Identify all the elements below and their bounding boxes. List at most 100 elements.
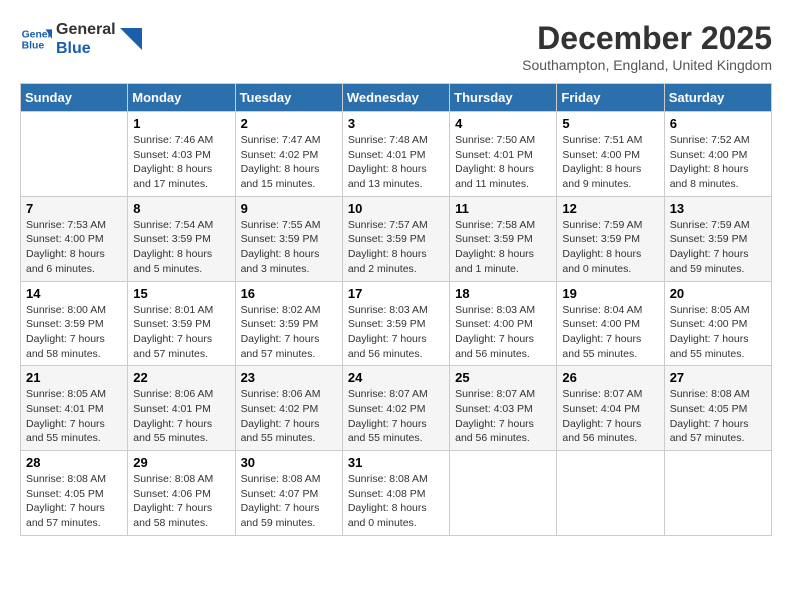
calendar-cell: 10 Sunrise: 7:57 AM Sunset: 3:59 PM Dayli… — [342, 196, 449, 281]
calendar-cell: 20 Sunrise: 8:05 AM Sunset: 4:00 PM Dayli… — [664, 281, 771, 366]
calendar-cell: 4 Sunrise: 7:50 AM Sunset: 4:01 PM Daylig… — [450, 112, 557, 197]
calendar-header: SundayMondayTuesdayWednesdayThursdayFrid… — [21, 84, 772, 112]
day-info: Sunrise: 7:48 AM Sunset: 4:01 PM Dayligh… — [348, 133, 444, 192]
calendar-cell — [450, 451, 557, 536]
day-info: Sunrise: 7:55 AM Sunset: 3:59 PM Dayligh… — [241, 218, 337, 277]
day-number: 25 — [455, 370, 551, 385]
title-block: December 2025 Southampton, England, Unit… — [522, 20, 772, 73]
header-tuesday: Tuesday — [235, 84, 342, 112]
day-number: 14 — [26, 286, 122, 301]
day-info: Sunrise: 8:03 AM Sunset: 3:59 PM Dayligh… — [348, 303, 444, 362]
day-info: Sunrise: 8:07 AM Sunset: 4:03 PM Dayligh… — [455, 387, 551, 446]
calendar-cell: 7Sunrise: 7:53 AM Sunset: 4:00 PM Daylig… — [21, 196, 128, 281]
day-number: 4 — [455, 116, 551, 131]
day-info: Sunrise: 7:50 AM Sunset: 4:01 PM Dayligh… — [455, 133, 551, 192]
day-number: 18 — [455, 286, 551, 301]
day-number: 12 — [562, 201, 658, 216]
calendar-cell: 23 Sunrise: 8:06 AM Sunset: 4:02 PM Dayli… — [235, 366, 342, 451]
calendar-cell: 18Sunrise: 8:03 AM Sunset: 4:00 PM Dayli… — [450, 281, 557, 366]
calendar-cell: 24 Sunrise: 8:07 AM Sunset: 4:02 PM Dayli… — [342, 366, 449, 451]
day-number: 2 — [241, 116, 337, 131]
page-header: General Blue General Blue December 2025 … — [20, 20, 772, 73]
logo-arrow-icon — [120, 28, 142, 50]
calendar-cell: 8Sunrise: 7:54 AM Sunset: 3:59 PM Daylig… — [128, 196, 235, 281]
day-info: Sunrise: 8:08 AM Sunset: 4:06 PM Dayligh… — [133, 472, 229, 531]
day-info: Sunrise: 8:08 AM Sunset: 4:05 PM Dayligh… — [26, 472, 122, 531]
day-number: 10 — [348, 201, 444, 216]
day-number: 31 — [348, 455, 444, 470]
day-info: Sunrise: 8:02 AM Sunset: 3:59 PM Dayligh… — [241, 303, 337, 362]
calendar-cell: 21Sunrise: 8:05 AM Sunset: 4:01 PM Dayli… — [21, 366, 128, 451]
day-number: 19 — [562, 286, 658, 301]
calendar-cell: 17 Sunrise: 8:03 AM Sunset: 3:59 PM Dayli… — [342, 281, 449, 366]
day-number: 11 — [455, 201, 551, 216]
calendar-cell: 1 Sunrise: 7:46 AM Sunset: 4:03 PM Daylig… — [128, 112, 235, 197]
day-info: Sunrise: 8:04 AM Sunset: 4:00 PM Dayligh… — [562, 303, 658, 362]
day-number: 13 — [670, 201, 766, 216]
day-info: Sunrise: 7:57 AM Sunset: 3:59 PM Dayligh… — [348, 218, 444, 277]
header-row: SundayMondayTuesdayWednesdayThursdayFrid… — [21, 84, 772, 112]
day-number: 27 — [670, 370, 766, 385]
day-info: Sunrise: 7:46 AM Sunset: 4:03 PM Dayligh… — [133, 133, 229, 192]
calendar-cell: 5Sunrise: 7:51 AM Sunset: 4:00 PM Daylig… — [557, 112, 664, 197]
logo: General Blue General Blue — [20, 20, 142, 58]
day-info: Sunrise: 8:01 AM Sunset: 3:59 PM Dayligh… — [133, 303, 229, 362]
day-number: 30 — [241, 455, 337, 470]
calendar-cell — [664, 451, 771, 536]
header-saturday: Saturday — [664, 84, 771, 112]
day-number: 1 — [133, 116, 229, 131]
day-number: 23 — [241, 370, 337, 385]
calendar-body: 1 Sunrise: 7:46 AM Sunset: 4:03 PM Daylig… — [21, 112, 772, 536]
day-info: Sunrise: 8:08 AM Sunset: 4:07 PM Dayligh… — [241, 472, 337, 531]
day-number: 22 — [133, 370, 229, 385]
svg-text:Blue: Blue — [22, 41, 45, 52]
week-row-2: 14 Sunrise: 8:00 AM Sunset: 3:59 PM Dayli… — [21, 281, 772, 366]
logo-icon: General Blue — [20, 23, 52, 55]
calendar-cell — [557, 451, 664, 536]
day-info: Sunrise: 7:47 AM Sunset: 4:02 PM Dayligh… — [241, 133, 337, 192]
day-info: Sunrise: 8:06 AM Sunset: 4:01 PM Dayligh… — [133, 387, 229, 446]
day-number: 15 — [133, 286, 229, 301]
day-info: Sunrise: 7:59 AM Sunset: 3:59 PM Dayligh… — [562, 218, 658, 277]
logo-general: General — [56, 20, 116, 39]
calendar-table: SundayMondayTuesdayWednesdayThursdayFrid… — [20, 83, 772, 536]
day-info: Sunrise: 8:08 AM Sunset: 4:08 PM Dayligh… — [348, 472, 444, 531]
day-info: Sunrise: 8:07 AM Sunset: 4:04 PM Dayligh… — [562, 387, 658, 446]
day-info: Sunrise: 8:05 AM Sunset: 4:01 PM Dayligh… — [26, 387, 122, 446]
day-number: 29 — [133, 455, 229, 470]
day-info: Sunrise: 8:06 AM Sunset: 4:02 PM Dayligh… — [241, 387, 337, 446]
day-number: 20 — [670, 286, 766, 301]
day-number: 24 — [348, 370, 444, 385]
day-info: Sunrise: 8:05 AM Sunset: 4:00 PM Dayligh… — [670, 303, 766, 362]
calendar-cell — [21, 112, 128, 197]
day-number: 7 — [26, 201, 122, 216]
day-number: 5 — [562, 116, 658, 131]
month-title: December 2025 — [522, 20, 772, 57]
calendar-cell: 6Sunrise: 7:52 AM Sunset: 4:00 PM Daylig… — [664, 112, 771, 197]
day-number: 17 — [348, 286, 444, 301]
header-thursday: Thursday — [450, 84, 557, 112]
calendar-cell: 9 Sunrise: 7:55 AM Sunset: 3:59 PM Daylig… — [235, 196, 342, 281]
day-number: 3 — [348, 116, 444, 131]
calendar-cell: 19 Sunrise: 8:04 AM Sunset: 4:00 PM Dayli… — [557, 281, 664, 366]
header-sunday: Sunday — [21, 84, 128, 112]
calendar-cell: 12 Sunrise: 7:59 AM Sunset: 3:59 PM Dayli… — [557, 196, 664, 281]
calendar-cell: 3 Sunrise: 7:48 AM Sunset: 4:01 PM Daylig… — [342, 112, 449, 197]
day-info: Sunrise: 8:00 AM Sunset: 3:59 PM Dayligh… — [26, 303, 122, 362]
logo-blue: Blue — [56, 39, 116, 58]
calendar-cell: 2 Sunrise: 7:47 AM Sunset: 4:02 PM Daylig… — [235, 112, 342, 197]
day-info: Sunrise: 7:59 AM Sunset: 3:59 PM Dayligh… — [670, 218, 766, 277]
calendar-cell: 25 Sunrise: 8:07 AM Sunset: 4:03 PM Dayli… — [450, 366, 557, 451]
day-number: 9 — [241, 201, 337, 216]
calendar-cell: 28Sunrise: 8:08 AM Sunset: 4:05 PM Dayli… — [21, 451, 128, 536]
header-monday: Monday — [128, 84, 235, 112]
calendar-cell: 16Sunrise: 8:02 AM Sunset: 3:59 PM Dayli… — [235, 281, 342, 366]
day-info: Sunrise: 8:08 AM Sunset: 4:05 PM Dayligh… — [670, 387, 766, 446]
calendar-cell: 22 Sunrise: 8:06 AM Sunset: 4:01 PM Dayli… — [128, 366, 235, 451]
week-row-0: 1 Sunrise: 7:46 AM Sunset: 4:03 PM Daylig… — [21, 112, 772, 197]
calendar-cell: 30 Sunrise: 8:08 AM Sunset: 4:07 PM Dayli… — [235, 451, 342, 536]
calendar-cell: 13 Sunrise: 7:59 AM Sunset: 3:59 PM Dayli… — [664, 196, 771, 281]
day-number: 6 — [670, 116, 766, 131]
day-info: Sunrise: 8:07 AM Sunset: 4:02 PM Dayligh… — [348, 387, 444, 446]
calendar-cell: 14 Sunrise: 8:00 AM Sunset: 3:59 PM Dayli… — [21, 281, 128, 366]
